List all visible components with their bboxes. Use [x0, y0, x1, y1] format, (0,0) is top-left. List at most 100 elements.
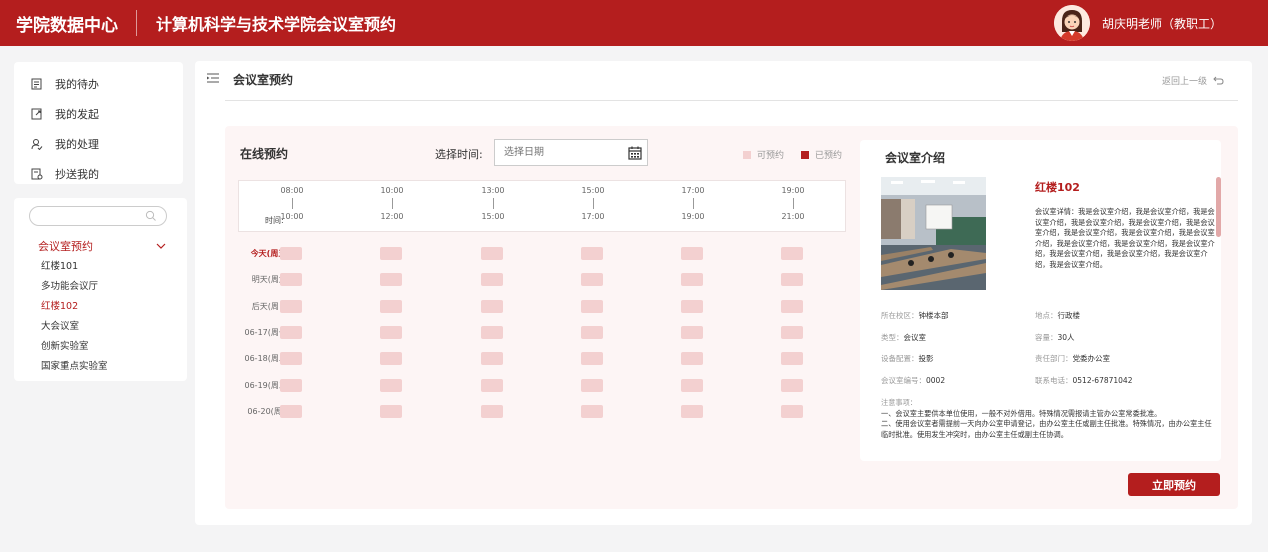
- slot-cell[interactable]: [380, 299, 402, 313]
- slot-cell[interactable]: [581, 247, 603, 260]
- cc-icon: [31, 168, 43, 180]
- slot-cell[interactable]: [781, 378, 803, 392]
- slot-cell[interactable]: [781, 299, 803, 313]
- slot-cell[interactable]: [681, 352, 703, 366]
- room-item[interactable]: 多功能会议厅: [41, 277, 108, 297]
- select-time-label: 选择时间:: [435, 148, 483, 161]
- avatar[interactable]: [1053, 5, 1090, 41]
- date-picker[interactable]: [494, 139, 648, 166]
- slot-cell[interactable]: [481, 299, 503, 313]
- user-menu[interactable]: 胡庆明老师（教职工）: [1053, 5, 1222, 41]
- slot-cell[interactable]: [380, 378, 402, 392]
- slot-cell[interactable]: [481, 325, 503, 339]
- day-label: 明天(周六): [251, 275, 290, 285]
- slot-cell[interactable]: [581, 378, 603, 392]
- info-key: 容量：: [1035, 333, 1058, 342]
- time-slot-header: 15:00 17:00: [573, 186, 613, 221]
- slot-cell[interactable]: [481, 247, 503, 260]
- slot-cell[interactable]: [280, 273, 302, 287]
- description-scrollbar[interactable]: [1216, 177, 1221, 237]
- menu-collapse-icon[interactable]: [207, 73, 219, 83]
- info-value: 0512-67871042: [1072, 376, 1133, 385]
- slot-cell[interactable]: [781, 247, 803, 260]
- slot-cell[interactable]: [380, 247, 402, 260]
- slot-cell[interactable]: [280, 325, 302, 339]
- info-key: 联系电话：: [1035, 376, 1073, 385]
- slot-cell[interactable]: [380, 273, 402, 287]
- note-item: 一、会议室主要供本单位使用，一般不对外借用。特殊情况需报请主管办公室常委批准。: [881, 408, 1162, 418]
- slot-cell[interactable]: [681, 273, 703, 287]
- room-item[interactable]: 创新实验室: [41, 337, 108, 357]
- slot-cell[interactable]: [581, 352, 603, 366]
- sidebar-item-todo[interactable]: 我的待办: [14, 69, 183, 99]
- back-button[interactable]: 返回上一级: [1162, 74, 1224, 87]
- app-title: 计算机科学与技术学院会议室预约: [156, 15, 397, 34]
- info-department: 责任部门：党委办公室: [1035, 353, 1110, 364]
- slot-tick: [592, 198, 594, 209]
- slot-cell[interactable]: [481, 404, 503, 418]
- info-type: 类型：会议室: [881, 332, 926, 343]
- slot-cell[interactable]: [681, 404, 703, 418]
- time-slot-header: 08:00 10:00: [272, 186, 312, 221]
- day-label: 06-17(周一): [244, 327, 291, 337]
- slot-cell[interactable]: [681, 378, 703, 392]
- slot-cell[interactable]: [781, 325, 803, 339]
- slot-cell[interactable]: [280, 247, 302, 260]
- slot-cell[interactable]: [781, 352, 803, 366]
- slot-cell[interactable]: [380, 404, 402, 418]
- slot-cell[interactable]: [781, 404, 803, 418]
- slot-cell[interactable]: [481, 352, 503, 366]
- day-label: 今天(周五): [250, 249, 290, 258]
- room-list: 红楼101 多功能会议厅 红楼102 大会议室 创新实验室 国家重点实验室: [41, 257, 108, 377]
- slot-end: 10:00: [280, 212, 304, 221]
- search-input[interactable]: [40, 207, 150, 225]
- room-search[interactable]: [29, 206, 167, 226]
- search-icon[interactable]: [145, 210, 157, 222]
- slot-cell[interactable]: [581, 299, 603, 313]
- slot-cell[interactable]: [280, 378, 302, 392]
- slot-cell[interactable]: [481, 378, 503, 392]
- room-item[interactable]: 红楼101: [41, 257, 108, 277]
- info-key: 责任部门：: [1035, 354, 1073, 363]
- tree-group-meeting-rooms[interactable]: 会议室预约: [38, 237, 166, 255]
- day-label: 后天(周日): [251, 301, 290, 311]
- info-location: 地点：行政楼: [1035, 310, 1080, 321]
- booking-title: 在线预约: [240, 147, 289, 161]
- brand-title[interactable]: 学院数据中心: [0, 11, 134, 36]
- room-name: 红楼102: [1035, 181, 1080, 194]
- date-input[interactable]: [495, 140, 615, 165]
- slot-cell[interactable]: [280, 404, 302, 418]
- slot-start: 08:00: [280, 186, 304, 195]
- slot-end: 21:00: [781, 212, 805, 221]
- day-row: 06-20(周4): [225, 404, 845, 421]
- slot-cell[interactable]: [380, 325, 402, 339]
- slot-cell[interactable]: [481, 273, 503, 287]
- title-divider: [225, 100, 1238, 101]
- slot-cell[interactable]: [781, 273, 803, 287]
- room-item[interactable]: 国家重点实验室: [41, 357, 108, 377]
- slot-cell[interactable]: [280, 352, 302, 366]
- slot-cell[interactable]: [681, 247, 703, 260]
- slot-cell[interactable]: [581, 273, 603, 287]
- slot-tick: [792, 198, 794, 209]
- user-name[interactable]: 胡庆明老师（教职工）: [1102, 15, 1222, 32]
- legend-available: 可预约: [743, 148, 784, 161]
- room-item[interactable]: 大会议室: [41, 317, 108, 337]
- sidebar-item-initiated[interactable]: 我的发起: [14, 99, 183, 129]
- calendar-icon[interactable]: [628, 146, 642, 160]
- day-label: 06-18(周二): [244, 354, 291, 364]
- info-equipment: 设备配置：投影: [881, 353, 934, 364]
- info-key: 地点：: [1035, 311, 1058, 320]
- slot-cell[interactable]: [581, 404, 603, 418]
- slot-cell[interactable]: [681, 299, 703, 313]
- info-key: 类型：: [881, 333, 904, 342]
- slot-cell[interactable]: [280, 299, 302, 313]
- sidebar-item-cc[interactable]: 抄送我的: [14, 159, 183, 189]
- slot-cell[interactable]: [581, 325, 603, 339]
- slot-cell[interactable]: [380, 352, 402, 366]
- sidebar-item-handled[interactable]: 我的处理: [14, 129, 183, 159]
- room-item-active[interactable]: 红楼102: [41, 297, 108, 317]
- day-row: 今天(周五): [225, 247, 845, 263]
- book-now-button[interactable]: 立即预约: [1128, 473, 1220, 496]
- slot-cell[interactable]: [681, 325, 703, 339]
